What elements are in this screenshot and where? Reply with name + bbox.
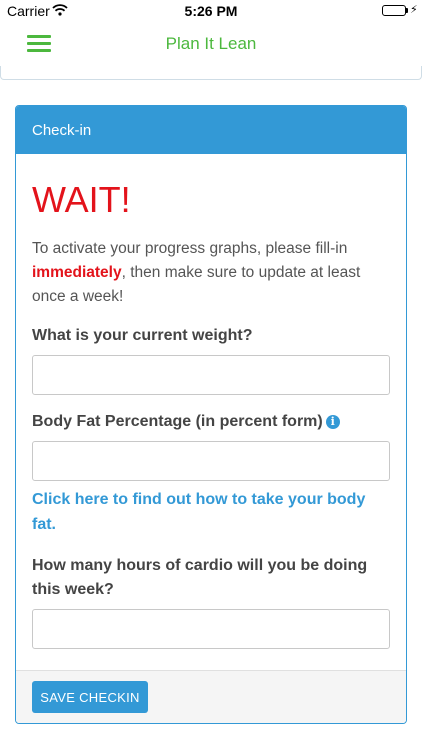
card-footer: SAVE CHECKIN — [16, 670, 406, 723]
status-bar: Carrier 5:26 PM ⚡ — [0, 0, 422, 22]
previous-panel-edge — [0, 66, 422, 80]
battery-icon — [382, 5, 406, 16]
intro-before: To activate your progress graphs, please… — [32, 240, 348, 257]
intro-highlight: immediately — [32, 264, 122, 281]
intro-text: To activate your progress graphs, please… — [32, 237, 390, 309]
nav-bar: Plan It Lean — [0, 22, 422, 66]
cardio-label: How many hours of cardio will you be doi… — [32, 557, 368, 598]
weight-input[interactable] — [32, 355, 390, 395]
save-checkin-button[interactable]: SAVE CHECKIN — [32, 681, 148, 713]
bodyfat-help-link[interactable]: Click here to find out how to take your … — [32, 487, 390, 537]
wait-heading: WAIT! — [32, 179, 131, 220]
weight-label: What is your current weight? — [32, 327, 253, 344]
info-icon[interactable]: i — [325, 415, 340, 429]
battery-tip — [406, 8, 408, 13]
checkin-card: Check-in WAIT! To activate your progress… — [15, 105, 407, 724]
bodyfat-label-row: Body Fat Percentage (in percent form) i — [32, 410, 390, 434]
bodyfat-label: Body Fat Percentage (in percent form) — [32, 413, 323, 430]
card-body: WAIT! To activate your progress graphs, … — [16, 178, 406, 649]
cardio-input[interactable] — [32, 609, 390, 649]
card-header: Check-in — [16, 106, 406, 154]
charging-bolt-icon: ⚡ — [410, 4, 418, 16]
bodyfat-input[interactable] — [32, 441, 390, 481]
clock: 5:26 PM — [184, 3, 238, 19]
app-title: Plan It Lean — [165, 34, 257, 53]
